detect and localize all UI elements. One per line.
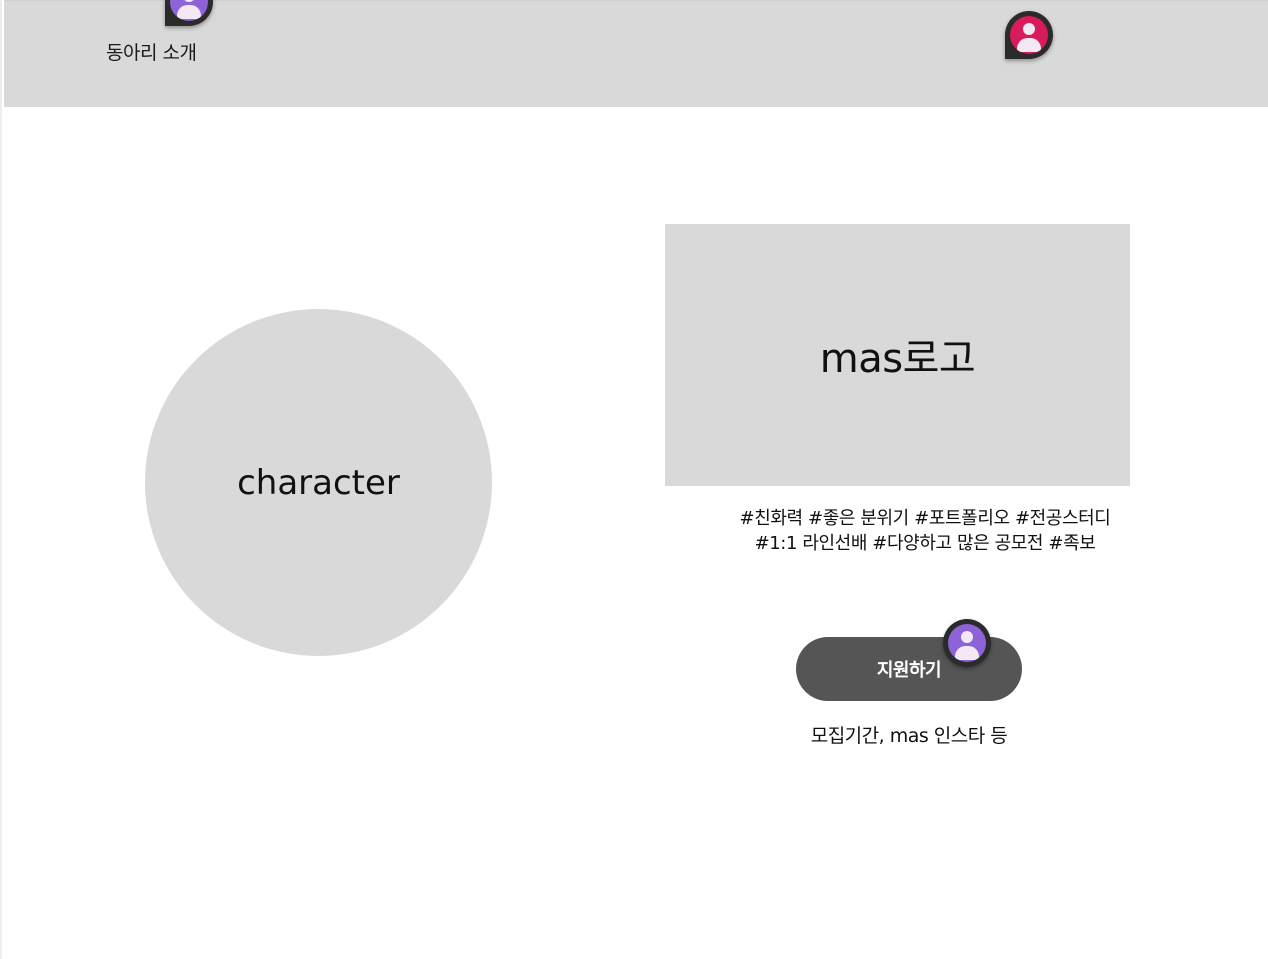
character-label: character: [237, 462, 400, 503]
page: 동아리 소개 character mas로고 #친화력 #좋은 분위기 #포트폴…: [0, 0, 1268, 959]
avatar-face: [1010, 16, 1048, 54]
logo-placeholder: mas로고: [665, 224, 1130, 486]
character-placeholder: character: [145, 309, 492, 656]
logo-label: mas로고: [819, 336, 976, 382]
avatar-face: [948, 624, 986, 662]
user-avatar-icon[interactable]: [1005, 11, 1053, 59]
collaborator-avatar-icon[interactable]: [943, 619, 991, 667]
recruitment-info-text: 모집기간, mas 인스타 등: [810, 725, 1008, 747]
hashtag-line: #1:1 라인선배 #다양하고 많은 공모전 #족보: [754, 533, 1096, 554]
hashtag-line: #친화력 #좋은 분위기 #포트폴리오 #전공스터디: [739, 508, 1111, 529]
nav-club-intro-link[interactable]: 동아리 소개: [106, 38, 197, 65]
hashtag-list: #친화력 #좋은 분위기 #포트폴리오 #전공스터디 #1:1 라인선배 #다양…: [665, 506, 1185, 556]
avatar-face: [170, 0, 208, 21]
